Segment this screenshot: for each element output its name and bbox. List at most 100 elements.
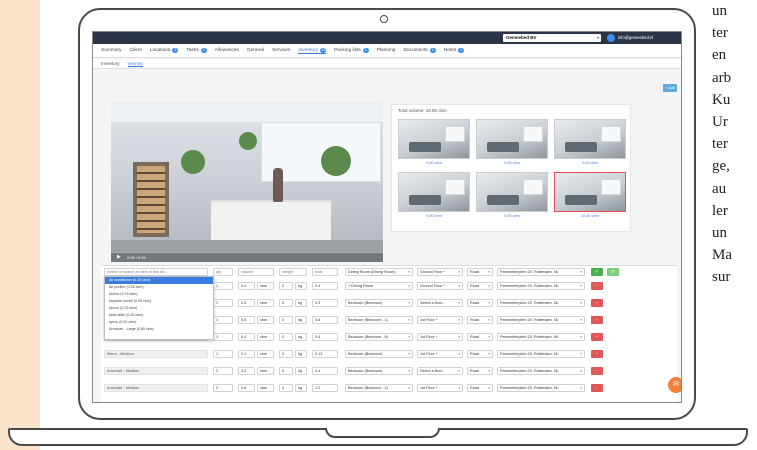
- thumbnail-image[interactable]: [554, 119, 626, 159]
- floor-select[interactable]: Ground Floor * ▾: [417, 268, 463, 276]
- weight-field[interactable]: 0: [279, 316, 293, 324]
- volume-unit[interactable]: cbm: [257, 299, 274, 307]
- qty-field[interactable]: 1: [213, 350, 233, 358]
- delete-button[interactable]: −: [591, 299, 603, 307]
- total-header[interactable]: total: [312, 268, 338, 276]
- dropdown-option[interactable]: Airplane model (0.05 cbm): [105, 298, 213, 305]
- delete-button[interactable]: −: [591, 367, 603, 375]
- address-select[interactable]: Parmentierplein 20, Rotterdam, NL ▾: [497, 268, 585, 276]
- dropdown-option[interactable]: Altar table (0.25 cbm): [105, 312, 213, 319]
- floor-select[interactable]: Ground Floor * ▾: [417, 282, 463, 290]
- company-select[interactable]: Gemeebed BV ▾: [503, 34, 601, 42]
- road-select[interactable]: Road ▾: [467, 299, 493, 307]
- volume-unit[interactable]: cbm: [257, 350, 274, 358]
- road-select[interactable]: Road ▾: [467, 268, 493, 276]
- thumbnail[interactable]: 0.00 cbm: [398, 119, 470, 165]
- road-select[interactable]: Road ▾: [467, 333, 493, 341]
- thumbnail[interactable]: 0.00 cbm: [476, 119, 548, 165]
- address-select[interactable]: Parmentierplein 20, Rotterdam, NL ▾: [497, 333, 585, 341]
- qty-field[interactable]: 1: [213, 333, 233, 341]
- floor-select[interactable]: 1st Floor * ▾: [417, 384, 463, 392]
- road-select[interactable]: Road ▾: [467, 316, 493, 324]
- item-search-input[interactable]: Select or search an item in this list...: [104, 268, 208, 276]
- volume-field[interactable]: 0.4: [238, 282, 255, 290]
- play-icon[interactable]: ▶: [117, 254, 121, 260]
- volume-field[interactable]: 0.6: [238, 384, 255, 392]
- volume-field[interactable]: 0.1: [238, 350, 255, 358]
- qty-field[interactable]: 1: [213, 282, 233, 290]
- volume-unit[interactable]: cbm: [257, 367, 274, 375]
- volume-field[interactable]: 0.5: [238, 316, 255, 324]
- weight-field[interactable]: 0: [279, 282, 293, 290]
- total-field[interactable]: 0.4: [312, 282, 338, 290]
- weight-unit[interactable]: kg: [295, 367, 307, 375]
- road-select[interactable]: Road ▾: [467, 384, 493, 392]
- volume-unit[interactable]: cbm: [257, 282, 274, 290]
- qty-field[interactable]: 2: [213, 367, 233, 375]
- address-select[interactable]: Parmentierplein 20, Rotterdam, NL ▾: [497, 282, 585, 290]
- thumbnail[interactable]: 19.80 cbm: [554, 172, 626, 218]
- room-select[interactable]: Bedroom (Bedroom) ▾: [345, 367, 413, 375]
- tab-client[interactable]: Client: [130, 48, 142, 53]
- room-select[interactable]: Bedroom (Bedroom) ▾: [345, 350, 413, 358]
- user-email[interactable]: info@gemeebed.nl: [618, 35, 653, 40]
- room-select[interactable]: Dining Room (Dining Room) ▾: [345, 268, 413, 276]
- weight-field[interactable]: 0: [279, 350, 293, 358]
- tab-packing-lists[interactable]: Packing lists 1: [334, 48, 369, 53]
- tab-inventory[interactable]: Inventory 23: [298, 47, 327, 54]
- thumbnail-image[interactable]: [476, 119, 548, 159]
- delete-button[interactable]: −: [591, 350, 603, 358]
- weight-header[interactable]: weight: [279, 268, 307, 276]
- volume-field[interactable]: 1.2: [238, 367, 255, 375]
- volume-unit[interactable]: cbm: [257, 316, 274, 324]
- thumbnail-image[interactable]: [398, 119, 470, 159]
- weight-unit[interactable]: kg: [295, 316, 307, 324]
- delete-button[interactable]: −: [591, 282, 603, 290]
- thumbnail-image[interactable]: [554, 172, 626, 212]
- delete-button[interactable]: −: [591, 384, 603, 392]
- total-field[interactable]: 0.3: [312, 299, 338, 307]
- tab-documents[interactable]: Documents 1: [403, 48, 436, 53]
- add-row-button[interactable]: ≡: [607, 268, 619, 276]
- thumbnail-image[interactable]: [476, 172, 548, 212]
- dropdown-option[interactable]: Aircon (0.20 cbm): [105, 305, 213, 312]
- weight-field[interactable]: 0: [279, 367, 293, 375]
- weight-unit[interactable]: kg: [295, 350, 307, 358]
- tab-summary[interactable]: Summary: [101, 48, 122, 53]
- weight-unit[interactable]: kg: [295, 282, 307, 290]
- floor-select[interactable]: Select a floor... ▾: [417, 367, 463, 375]
- address-select[interactable]: Parmentierplein 20, Rotterdam, NL ▾: [497, 367, 585, 375]
- road-select[interactable]: Road ▾: [467, 367, 493, 375]
- floor-select[interactable]: 1st Floor * ▾: [417, 350, 463, 358]
- tab-planning[interactable]: Planning: [377, 48, 396, 53]
- delete-button[interactable]: −: [591, 316, 603, 324]
- confirm-button[interactable]: ✓: [591, 268, 603, 276]
- item-name-field[interactable]: Armchair - Medium: [104, 367, 208, 375]
- floor-select[interactable]: 1st Floor * ▾: [417, 333, 463, 341]
- qty-field[interactable]: 2: [213, 384, 233, 392]
- total-field[interactable]: 0.13: [312, 350, 338, 358]
- room-select[interactable]: Bedroom (Bedroom - 8) ▾: [345, 333, 413, 341]
- weight-field[interactable]: 0: [279, 299, 293, 307]
- floor-select[interactable]: Select a floor... ▾: [417, 299, 463, 307]
- road-select[interactable]: Road ▾: [467, 282, 493, 290]
- address-select[interactable]: Parmentierplein 20, Rotterdam, NL ▾: [497, 316, 585, 324]
- tab-locations[interactable]: Locations 2: [150, 48, 179, 53]
- qty-field[interactable]: 1: [213, 316, 233, 324]
- weight-unit[interactable]: kg: [295, 333, 307, 341]
- volume-unit[interactable]: cbm: [257, 384, 274, 392]
- weight-field[interactable]: 0: [279, 384, 293, 392]
- tab-notes[interactable]: Notes 1: [444, 48, 465, 53]
- floor-select[interactable]: 1st Floor * ▾: [417, 316, 463, 324]
- add-button[interactable]: + Add: [663, 84, 677, 92]
- volume-unit[interactable]: cbm: [257, 333, 274, 341]
- dropdown-option[interactable]: Armchair - Large (0.80 cbm): [105, 326, 213, 333]
- address-select[interactable]: Parmentierplein 20, Rotterdam, NL ▾: [497, 350, 585, 358]
- room-select[interactable]: Bedroom (Bedroom - 2) ▾: [345, 384, 413, 392]
- item-name-field[interactable]: Armchair - Medium: [104, 384, 208, 392]
- dropdown-option[interactable]: Air conditioner (0.15 cbm): [105, 277, 213, 284]
- subtab-verimer[interactable]: Verimer: [127, 61, 144, 67]
- dropdown-option[interactable]: Air purifier (0.05 cbm): [105, 284, 213, 291]
- tab-general[interactable]: General: [247, 48, 264, 53]
- avatar[interactable]: [607, 34, 615, 42]
